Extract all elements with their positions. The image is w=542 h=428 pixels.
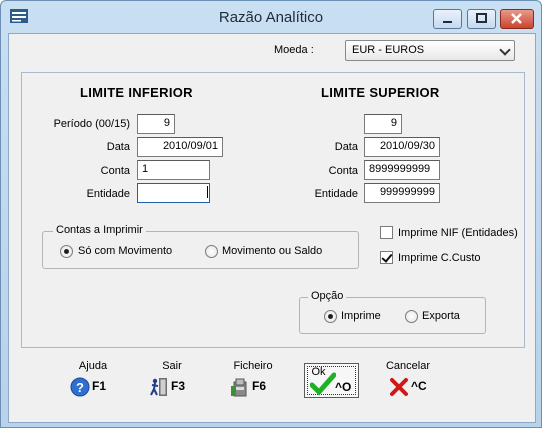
text-caret — [207, 186, 208, 198]
entidade-superior-field[interactable]: 999999999 — [364, 183, 440, 203]
file-button[interactable]: Ficheiro F6 — [224, 360, 282, 404]
imprime-nif-label[interactable]: Imprime NIF (Entidades) — [398, 227, 518, 239]
data-superior-label: Data — [334, 141, 358, 153]
periodo-label: Período (00/15) — [53, 118, 130, 130]
exit-icon — [150, 378, 167, 396]
help-icon: ? — [70, 377, 90, 397]
periodo-inferior-field[interactable]: 9 — [137, 114, 175, 134]
conta-superior-field[interactable]: 8999999999 — [364, 160, 440, 180]
exporta-label[interactable]: Exporta — [422, 310, 460, 322]
help-button-label: Ajuda — [78, 360, 108, 372]
title-bar[interactable]: Razão Analítico — [1, 1, 541, 33]
movimento-ou-saldo-label[interactable]: Movimento ou Saldo — [222, 245, 322, 257]
file-key: F6 — [252, 379, 267, 393]
radio-exporta[interactable] — [405, 310, 418, 323]
periodo-superior-field[interactable]: 9 — [364, 114, 402, 134]
window: Razão Analítico Moeda : EUR - EUROS LIMI… — [0, 0, 542, 428]
exit-button[interactable]: Sair F3 — [143, 360, 201, 404]
imprime-ccusto-label[interactable]: Imprime C.Custo — [398, 252, 481, 264]
close-button[interactable] — [500, 9, 534, 29]
exit-key: F3 — [171, 379, 186, 393]
cross-icon — [390, 378, 408, 396]
file-button-label: Ficheiro — [233, 360, 273, 372]
dialog-body: Moeda : EUR - EUROS LIMITE INFERIOR LIMI… — [8, 33, 536, 423]
so-com-movimento-label[interactable]: Só com Movimento — [78, 245, 172, 257]
moeda-value: EUR - EUROS — [352, 44, 425, 56]
file-icon — [231, 378, 247, 397]
cancel-button[interactable]: Cancelar ^C — [379, 360, 437, 404]
close-icon — [511, 13, 522, 24]
moeda-select[interactable]: EUR - EUROS — [345, 40, 515, 61]
entidade-inferior-field[interactable] — [137, 183, 210, 203]
opcao-group: Opção Imprime Exporta — [299, 290, 486, 334]
imprime-label[interactable]: Imprime — [341, 310, 381, 322]
limits-panel: LIMITE INFERIOR LIMITE SUPERIOR Período … — [21, 72, 525, 348]
checkbox-imprime-ccusto[interactable] — [380, 251, 393, 264]
data-inferior-field[interactable]: 2010/09/01 — [137, 137, 223, 157]
maximize-button[interactable] — [467, 9, 496, 29]
checkmark-icon — [310, 372, 336, 396]
svg-text:?: ? — [76, 380, 84, 395]
help-button[interactable]: Ajuda ? F1 — [64, 360, 122, 404]
radio-imprime[interactable] — [324, 310, 337, 323]
conta-inferior-label: Conta — [100, 165, 130, 177]
cancel-key: ^C — [411, 379, 427, 393]
minimize-button[interactable] — [433, 9, 462, 29]
checkbox-imprime-nif[interactable] — [380, 226, 393, 239]
radio-so-com-movimento[interactable] — [60, 245, 73, 258]
conta-inferior-field[interactable]: 1 — [137, 160, 210, 180]
limite-superior-heading: LIMITE SUPERIOR — [321, 85, 440, 100]
help-key: F1 — [92, 379, 107, 393]
moeda-label: Moeda : — [274, 44, 314, 56]
ok-button[interactable]: Ok ^O — [304, 363, 359, 398]
data-superior-field[interactable]: 2010/09/30 — [364, 137, 440, 157]
cancel-button-label: Cancelar — [385, 360, 431, 372]
entidade-superior-label: Entidade — [314, 188, 358, 200]
minimize-icon — [443, 21, 452, 23]
chevron-down-icon — [499, 44, 511, 56]
exit-button-label: Sair — [162, 360, 182, 372]
conta-superior-label: Conta — [328, 165, 358, 177]
radio-movimento-ou-saldo[interactable] — [205, 245, 218, 258]
opcao-legend: Opção — [308, 290, 347, 302]
contas-legend: Contas a Imprimir — [53, 224, 146, 236]
limite-inferior-heading: LIMITE INFERIOR — [80, 85, 193, 100]
entidade-inferior-label: Entidade — [86, 188, 130, 200]
maximize-icon — [476, 13, 487, 23]
contas-group: Contas a Imprimir Só com Movimento Movim… — [42, 224, 359, 269]
data-inferior-label: Data — [106, 141, 130, 153]
ok-key: ^O — [335, 380, 352, 394]
